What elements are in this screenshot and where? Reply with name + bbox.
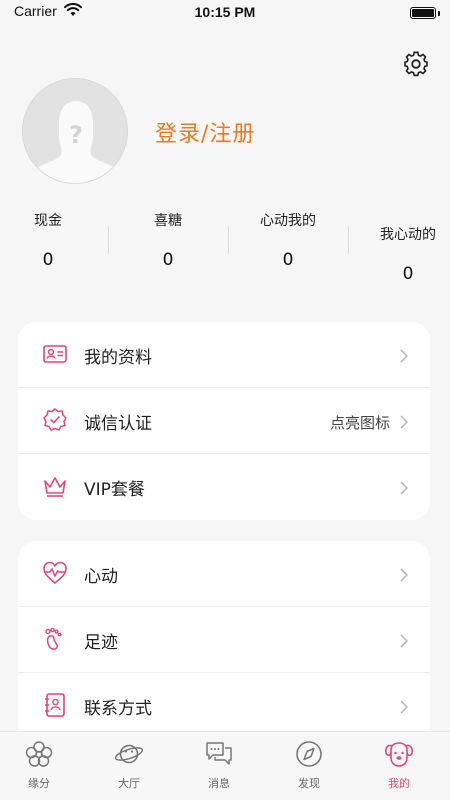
battery-icon <box>410 7 436 19</box>
svg-text:?: ? <box>69 121 83 149</box>
footprint-icon <box>45 627 62 650</box>
chat-icon <box>206 742 232 765</box>
menu-item-footprint[interactable]: 足迹 <box>18 607 430 673</box>
stat-value: 0 <box>282 250 294 270</box>
stats-bar: 现金 0 喜糖 0 心动我的 0 我心动的 0 <box>0 210 450 290</box>
id-card-icon <box>43 345 67 363</box>
stat-label: 喜糖 <box>154 213 182 229</box>
stat-label: 心动我的 <box>260 213 316 229</box>
tab-label: 我的 <box>388 777 410 790</box>
default-avatar-icon: ? <box>23 79 127 183</box>
stat-value: 0 <box>402 264 414 284</box>
tab-label: 大厅 <box>118 777 140 790</box>
tab-label: 消息 <box>208 777 230 790</box>
tab-discover[interactable]: 发现 <box>264 732 354 800</box>
tab-label: 缘分 <box>28 777 50 790</box>
chevron-right-icon <box>400 634 408 648</box>
stat-value: 0 <box>42 250 54 270</box>
crown-icon <box>44 477 66 497</box>
menu-item-label: 足迹 <box>84 633 118 653</box>
stat-cash[interactable]: 现金 0 <box>0 210 108 290</box>
status-time: 10:15 PM <box>194 4 256 20</box>
tab-mine[interactable]: 我的 <box>354 732 444 800</box>
heartbeat-icon <box>43 561 67 584</box>
menu-item-vip[interactable]: VIP套餐 <box>18 454 430 520</box>
flower-icon <box>25 741 53 767</box>
dog-face-icon <box>385 742 413 767</box>
chevron-right-icon <box>400 481 408 495</box>
tab-bar: 缘分 大厅 消息 发现 我的 <box>0 731 450 800</box>
tab-hall[interactable]: 大厅 <box>84 732 174 800</box>
settings-button[interactable] <box>402 50 430 78</box>
menu-item-verification[interactable]: 诚信认证 点亮图标 <box>18 388 430 454</box>
status-bar: Carrier 10:15 PM <box>0 0 450 26</box>
gear-icon <box>404 51 428 77</box>
menu-item-heartbeat[interactable]: 心动 <box>18 541 430 607</box>
compass-icon <box>296 741 322 767</box>
menu-item-contact[interactable]: 联系方式 <box>18 673 430 739</box>
menu-item-label: 联系方式 <box>84 699 152 719</box>
avatar[interactable]: ? <box>22 78 128 184</box>
chevron-right-icon <box>400 349 408 363</box>
tab-fate[interactable]: 缘分 <box>0 732 84 800</box>
stat-label: 现金 <box>34 213 62 229</box>
tab-messages[interactable]: 消息 <box>174 732 264 800</box>
chevron-right-icon <box>400 568 408 582</box>
menu-item-my-profile[interactable]: 我的资料 <box>18 322 430 388</box>
verified-badge-icon <box>43 408 67 431</box>
tab-label: 发现 <box>298 777 320 790</box>
menu-item-label: 我的资料 <box>84 348 152 368</box>
login-register-link[interactable]: 登录/注册 <box>155 116 255 148</box>
stat-candy[interactable]: 喜糖 0 <box>108 210 228 290</box>
planet-icon <box>114 744 144 764</box>
menu-item-label: 诚信认证 <box>84 414 152 434</box>
contact-book-icon <box>45 693 65 717</box>
stat-label: 我心动的 <box>380 227 436 243</box>
stat-value: 0 <box>162 250 174 270</box>
chevron-right-icon <box>400 415 408 429</box>
stat-liked-me[interactable]: 心动我的 0 <box>228 210 348 290</box>
menu-card-profile: 我的资料 诚信认证 点亮图标 VIP套餐 <box>18 322 430 520</box>
menu-item-label: 心动 <box>84 567 118 587</box>
battery-tip <box>438 11 440 16</box>
menu-card-activity: 心动 足迹 联系方式 <box>18 541 430 741</box>
stat-i-liked[interactable]: 我心动的 0 <box>348 224 450 304</box>
chevron-right-icon <box>400 700 408 714</box>
menu-item-label: VIP套餐 <box>84 480 145 500</box>
menu-item-value: 点亮图标 <box>329 414 390 432</box>
